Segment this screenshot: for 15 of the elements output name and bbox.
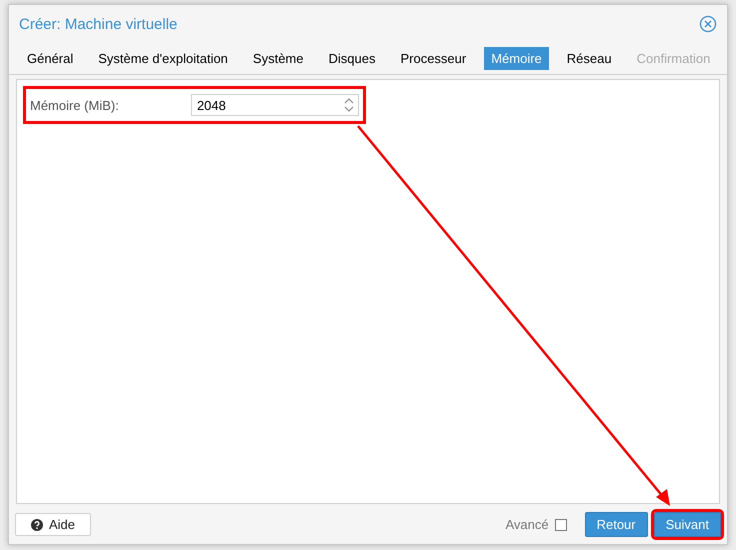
tab[interactable]: Système d'exploitation <box>91 47 235 70</box>
help-button[interactable]: Aide <box>15 513 92 536</box>
tab[interactable]: Système <box>246 47 310 70</box>
number-field[interactable]: 2048 <box>190 94 359 116</box>
tab[interactable]: Disques <box>322 47 382 70</box>
window-title: Créer: Machine virtuelle <box>19 16 178 32</box>
tab[interactable]: Général <box>20 47 80 70</box>
field-label: Mémoire (MiB): <box>30 98 120 112</box>
advanced-label: Avancé <box>505 517 549 532</box>
close-icon[interactable] <box>699 15 717 33</box>
tab[interactable]: Processeur <box>393 47 474 70</box>
help-icon <box>31 518 43 530</box>
tab[interactable]: Réseau <box>560 47 619 70</box>
advanced-checkbox[interactable] <box>554 518 567 530</box>
spinner-icon[interactable] <box>344 97 354 113</box>
